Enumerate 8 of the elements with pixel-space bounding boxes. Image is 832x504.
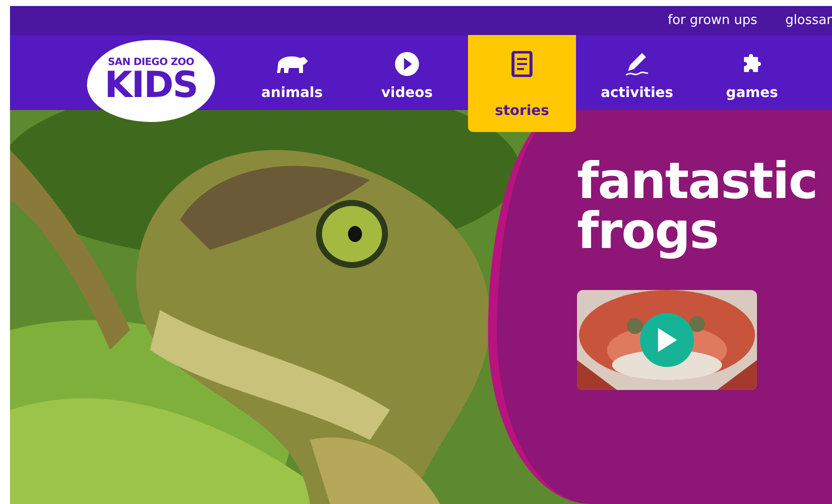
top-link[interactable]: glossar	[785, 10, 832, 30]
nav-tab[interactable]: videos	[353, 35, 461, 110]
logo[interactable]: SAN DIEGO ZOO KIDS	[87, 40, 215, 122]
nav-tab[interactable]: games	[698, 35, 806, 110]
nav-tab[interactable]: animals	[238, 35, 346, 110]
nav-tab[interactable]: activities	[583, 35, 691, 110]
top-link[interactable]: for grown ups	[668, 10, 758, 30]
nav-tab[interactable]: stories	[468, 35, 576, 132]
